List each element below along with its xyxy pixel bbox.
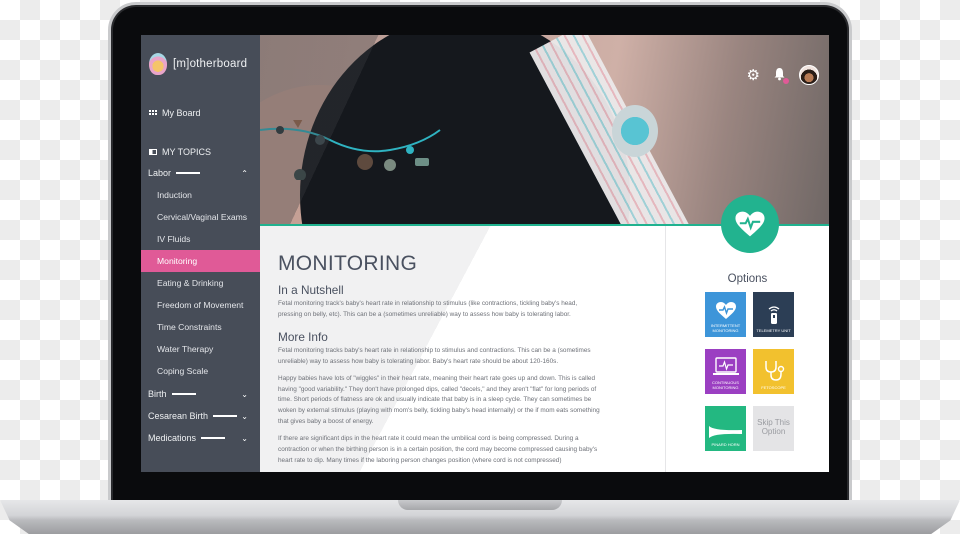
nav-my-board-label: My Board (162, 108, 201, 118)
option-skip[interactable]: Skip This Option (753, 406, 794, 451)
article: MONITORING In a Nutshell Fetal monitorin… (260, 226, 665, 472)
section-underline (213, 415, 238, 417)
section-cesarean-birth[interactable]: Cesarean Birth ⌄ (148, 409, 252, 423)
heart-pulse-icon (735, 211, 765, 237)
option-label: Telemetry Unit (756, 328, 791, 333)
sidebar-item-label: Time Constraints (157, 322, 222, 332)
sidebar-item-induction[interactable]: Induction (141, 184, 260, 206)
options-title: Options (727, 273, 768, 285)
option-fetoscope[interactable]: Fetoscope (753, 349, 794, 394)
section-label: Cesarean Birth (148, 411, 209, 421)
chevron-down-icon: ⌄ (241, 411, 248, 421)
nav-my-topics-label: MY TOPICS (162, 147, 212, 157)
more-info-paragraph: Happy babies have lots of "wiggles" in t… (278, 374, 600, 426)
laptop-pulse-icon (712, 357, 739, 375)
stethoscope-icon (764, 361, 784, 381)
gear-icon[interactable]: ⚙ (747, 68, 760, 83)
book-icon (149, 149, 157, 155)
monitoring-heart-badge (721, 195, 779, 253)
chevron-down-icon: ⌄ (241, 433, 248, 443)
more-info-paragraph: If there are significant dips in the hea… (278, 435, 598, 464)
option-label: Fetoscope (761, 385, 786, 390)
bell-icon[interactable] (773, 67, 789, 84)
options-panel: Options Intermittent Monitoring Telemetr… (666, 226, 829, 472)
sidebar-item-iv-fluids[interactable]: IV Fluids (141, 228, 260, 250)
sidebar-item-label: Monitoring (157, 256, 198, 266)
grid-icon (149, 110, 157, 116)
brand-name: [m]otherboard (173, 58, 248, 70)
pinard-horn-icon (708, 426, 742, 438)
option-label: Intermittent Monitoring (710, 323, 741, 333)
sidebar-item-water-therapy[interactable]: Water Therapy (141, 338, 260, 360)
notification-badge (783, 77, 789, 84)
sidebar-item-label: IV Fluids (157, 234, 191, 244)
option-continuous-monitoring[interactable]: Continuous Monitoring (705, 349, 746, 394)
sidebar-item-freedom-of-movement[interactable]: Freedom of Movement (141, 294, 260, 316)
section-birth[interactable]: Birth ⌄ (148, 387, 252, 401)
section-underline (171, 393, 196, 395)
sidebar: [m]otherboard My Board MY TOPICS Labor ⌃… (141, 35, 260, 472)
sidebar-item-label: Induction (157, 190, 192, 200)
sidebar-item-eating-drinking[interactable]: Eating & Drinking (141, 272, 260, 294)
laptop-notch (398, 500, 562, 510)
sidebar-item-cervical-exams[interactable]: Cervical/Vaginal Exams (141, 206, 260, 228)
sidebar-item-coping-scale[interactable]: Coping Scale (141, 360, 260, 382)
section-heading-nutshell: In a Nutshell (278, 283, 344, 297)
avatar[interactable] (799, 65, 819, 85)
option-label: Continuous Monitoring (712, 380, 739, 390)
option-label: Pinard Horn (711, 442, 740, 447)
more-info-paragraph: Fetal monitoring tracks baby's heart rat… (278, 346, 591, 365)
sidebar-item-monitoring[interactable]: Monitoring (141, 250, 260, 272)
section-labor[interactable]: Labor ⌃ (148, 166, 252, 180)
section-label: Birth (148, 389, 167, 399)
section-medications[interactable]: Medications ⌄ (148, 431, 252, 445)
brand[interactable]: [m]otherboard (149, 53, 247, 75)
sidebar-item-label: Water Therapy (157, 344, 214, 354)
app-screen: [m]otherboard My Board MY TOPICS Labor ⌃… (141, 35, 829, 472)
option-label: Skip This Option (757, 417, 790, 436)
telemetry-icon (768, 306, 779, 324)
nav-my-topics[interactable]: MY TOPICS (149, 147, 211, 157)
brand-logo-icon (149, 53, 167, 75)
heart-pulse-icon (715, 302, 736, 319)
sidebar-item-label: Coping Scale (157, 366, 209, 376)
section-underline (201, 437, 226, 439)
nav-my-board[interactable]: My Board (149, 108, 201, 118)
header-actions: ⚙ (747, 65, 819, 85)
nutshell-paragraph: Fetal monitoring track's baby's heart ra… (278, 300, 578, 318)
page-title: MONITORING (278, 252, 418, 275)
option-intermittent-monitoring[interactable]: Intermittent Monitoring (705, 292, 746, 337)
sidebar-item-time-constraints[interactable]: Time Constraints (141, 316, 260, 338)
section-underline (176, 172, 201, 174)
chevron-down-icon: ⌄ (241, 389, 248, 399)
chevron-up-icon: ⌃ (241, 168, 248, 178)
option-telemetry-unit[interactable]: Telemetry Unit (753, 292, 794, 337)
section-label: Labor (148, 168, 172, 178)
sidebar-item-label: Freedom of Movement (157, 300, 244, 310)
sidebar-item-label: Eating & Drinking (157, 278, 224, 288)
sidebar-item-label: Cervical/Vaginal Exams (157, 212, 248, 222)
section-heading-more-info: More Info (278, 329, 328, 344)
option-pinard-horn[interactable]: Pinard Horn (705, 406, 746, 451)
section-label: Medications (148, 433, 197, 443)
